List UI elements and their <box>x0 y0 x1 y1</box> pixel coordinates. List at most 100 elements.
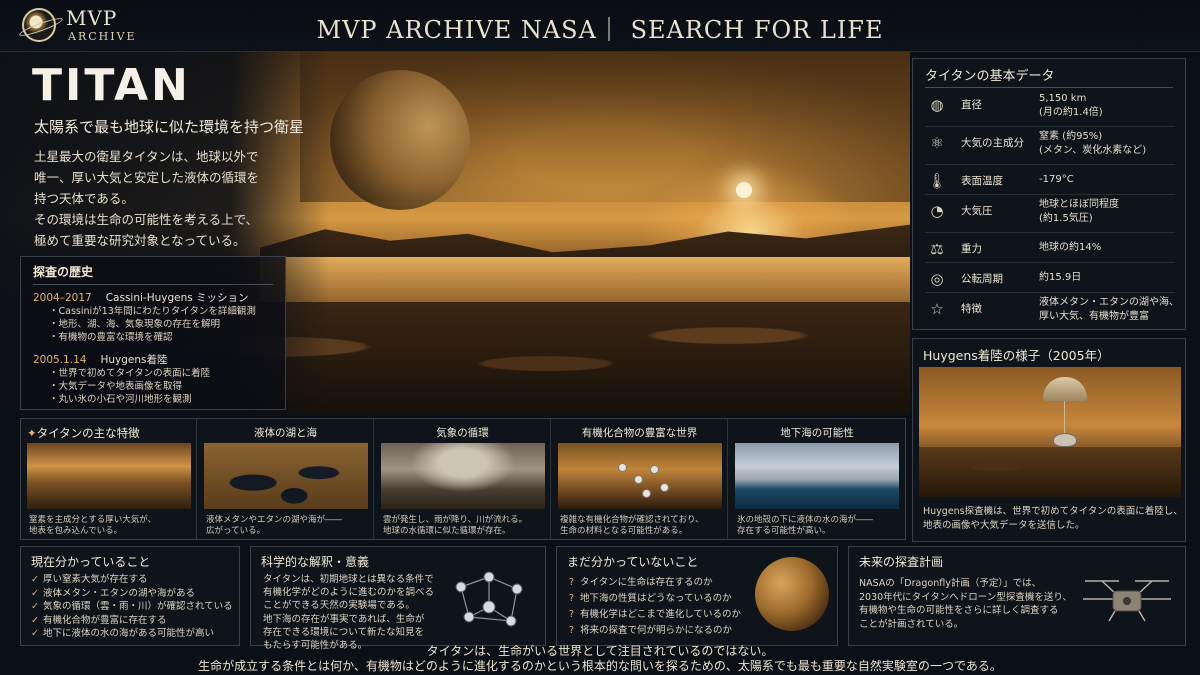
known-item-text: 有機化合物が豊富に存在する <box>42 614 167 626</box>
feature-title: 液体の湖と海 <box>254 427 317 439</box>
subsurface-ocean-image <box>735 443 899 509</box>
caption-line: Huygens探査機は、世界で初めてタイタンの表面に着陸し、 <box>923 506 1183 517</box>
future-line: 有機物や生命の可能性をさらに詳しく調査する <box>859 605 1059 616</box>
known-item-text: 気象の循環（雲・雨・川）が確認されている <box>42 601 233 612</box>
caption-line: 雲が発生し、雨が降り、川が流れる。 <box>383 515 528 525</box>
feature-card-subsurface-ocean[interactable]: 地下海の可能性 氷の地殻の下に液体の水の海が―― 存在する可能性が高い。 <box>729 419 905 539</box>
feature-caption: 複雑な有機化合物が確認されており、 生命の材料となる可能性がある。 <box>560 515 704 537</box>
history-entry-head: 2005.1.14 Huygens着陸 <box>33 352 273 367</box>
organics-image <box>558 443 722 509</box>
data-value-line: 厚い大気、有機物が豊富 <box>1039 311 1149 322</box>
data-value-line: 窒素 (約95%) <box>1039 131 1103 142</box>
feature-caption: 窒素を主成分とする厚い大気が、 地表を包み込んでいる。 <box>29 515 156 537</box>
data-label: 特徴 <box>961 303 982 315</box>
intro-line: 極めて重要な研究対象となっている。 <box>34 233 246 248</box>
known-item: ✓ 気象の循環（雲・雨・川）が確認されている <box>31 600 233 614</box>
orbit-icon: ◎ <box>930 270 944 288</box>
feature-caption: 雲が発生し、雨が降り、川が流れる。 地球の水循環に似た循環が存在。 <box>383 515 527 537</box>
caption-line: 存在する可能性が高い。 <box>737 526 831 536</box>
history-item: ・世界で初めてタイタンの表面に着陸 <box>49 368 211 379</box>
science-line: 地下海の存在が事実であれば、生命が <box>263 613 425 625</box>
feature-card-atmosphere[interactable]: ✦タイタンの主な特徴 窒素を主成分とする厚い大気が、 地表を包み込んでいる。 <box>21 419 197 539</box>
history-item: ・丸い氷の小石や河川地形を観測 <box>49 394 192 405</box>
feature-title: 有機化合物の豊富な世界 <box>581 427 698 439</box>
caption-line: 地球の水循環に似た循環が存在。 <box>383 526 511 536</box>
unknown-item: ? 地下海の性質はどうなっているのか <box>569 591 741 607</box>
data-row: ◎ 公転周期 約15.9日 <box>925 263 1175 293</box>
intro-line: 唯一、厚い大気と安定した液体の循環を <box>34 170 260 185</box>
data-row: ◔ 大気圧 地球とほぼ同程度 (約1.5気圧) <box>925 195 1175 233</box>
page-title: MVP ARCHIVE NASA｜ SEARCH FOR LIFE <box>316 16 884 44</box>
unknown-item: ? 将来の探査で何が明らかになるのか <box>569 623 741 639</box>
molecule-atom <box>642 489 651 498</box>
feature-card-organics[interactable]: 有機化合物の豊富な世界 複雑な有機化合物が確認されており、 生命の材料となる可能… <box>552 419 728 539</box>
known-item-text: 厚い窒素大気が存在する <box>42 574 148 585</box>
feature-card-lakes[interactable]: 液体の湖と海 液体メタンやエタンの湖や海が―― 広がっている。 <box>198 419 374 539</box>
huygens-caption: Huygens探査機は、世界で初めてタイタンの表面に着陸し、 地表の画像や大気デ… <box>923 505 1183 533</box>
caption-line: 窒素を主成分とする厚い大気が、 <box>29 515 157 525</box>
caption-line: 液体メタンやエタンの湖や海が―― <box>206 515 343 525</box>
data-value: -179°C <box>1039 173 1074 187</box>
data-value: 窒素 (約95%) (メタン、炭化水素など) <box>1039 130 1146 158</box>
history-date: 2005.1.14 <box>33 354 87 366</box>
feature-title: 地下海の可能性 <box>780 427 854 439</box>
data-value-line: (月の約1.4倍) <box>1039 107 1103 118</box>
globe-icon: ◍ <box>930 96 944 114</box>
molecule-atom <box>634 475 643 484</box>
history-item: ・Cassiniが13年間にわたりタイタンを詳細観測 <box>49 306 256 317</box>
future-missions-panel: 未来の探査計画 NASAの「Dragonfly計画（予定）」では、 2030年代… <box>848 546 1186 646</box>
known-list: ✓ 厚い窒素大気が存在する ✓ 液体メタン・エタンの湖や海がある ✓ 気象の循環（雲・雨・… <box>31 573 233 641</box>
feature-title: 気象の循環 <box>436 427 489 439</box>
known-item: ✓ 液体メタン・エタンの湖や海がある <box>31 587 233 601</box>
future-line: 2030年代にタイタンへドローン型探査機を送り、 <box>859 591 1072 603</box>
sparkle-icon: ✦ <box>27 426 37 440</box>
footer-line: 生命が成立する条件とは何か、有機物はどのように進化するのかという根本的な問いを探… <box>198 659 1002 673</box>
question-icon: ? <box>569 593 575 604</box>
caption-line: 複雑な有機化合物が確認されており、 <box>560 515 704 525</box>
hero-tagline: 太陽系で最も地球に似た環境を持つ衛星 <box>34 118 305 136</box>
data-label: 大気の主成分 <box>961 137 1024 149</box>
dragonfly-drone-icon <box>1083 580 1171 622</box>
footer-line: タイタンは、生命がいる世界として注目されているのではない。 <box>426 644 774 658</box>
data-row: ⚛ 大気の主成分 窒素 (約95%) (メタン、炭化水素など) <box>925 127 1175 165</box>
data-row: ◍ 直径 5,150 km (月の約1.4倍) <box>925 89 1175 127</box>
data-value: 地球とほぼ同程度 (約1.5気圧) <box>1039 198 1119 226</box>
hero-title: TITAN <box>32 60 191 111</box>
unknown-item-text: 地下海の性質はどうなっているのか <box>580 593 732 604</box>
data-value: 5,150 km (月の約1.4倍) <box>1039 92 1103 120</box>
unknown-list: ? タイタンに生命は存在するのか? 地下海の性質はどうなっているのか? 有機化学はどこ… <box>569 575 741 639</box>
parachute-line <box>1064 401 1065 435</box>
basic-data-panel: タイタンの基本データ ◍ 直径 5,150 km (月の約1.4倍) ⚛ 大気の主成分 窒素… <box>912 58 1186 330</box>
checkmark-icon: ✓ <box>31 574 39 585</box>
titan-globe-icon <box>755 557 829 631</box>
science-line: 有機化学がどのように進むのかを調べる <box>263 587 435 599</box>
known-item-text: 液体メタン・エタンの湖や海がある <box>42 587 195 599</box>
known-item-text: 地下に液体の水の海がある可能性が高い <box>42 628 214 639</box>
checkmark-icon: ✓ <box>31 628 39 639</box>
exploration-history-panel: 探査の歴史 2004–2017 Cassini-Huygens ミッション ・Ca… <box>20 256 286 410</box>
history-title: 探査の歴史 <box>33 265 94 279</box>
data-label: 公転周期 <box>961 273 1003 285</box>
molecule-atom <box>660 483 669 492</box>
question-icon: ? <box>569 625 575 636</box>
future-line: ことが計画されている。 <box>859 618 964 630</box>
science-title: 科学的な解釈・意義 <box>261 555 370 569</box>
gauge-icon: ◔ <box>930 202 944 220</box>
titan-ground <box>919 447 1181 497</box>
future-line: NASAの「Dragonfly計画（予定）」では、 <box>859 578 1042 589</box>
data-value-line: -179°C <box>1039 174 1074 185</box>
sun <box>736 182 752 198</box>
future-title: 未来の探査計画 <box>859 555 944 569</box>
unknowns-panel: まだ分かっていないこと ? タイタンに生命は存在するのか? 地下海の性質はどうなって… <box>556 546 838 646</box>
science-line: ことができる天然の実験場である。 <box>263 600 415 612</box>
history-mission: Huygens着陸 <box>100 354 168 366</box>
caption-line: 生命の材料となる可能性がある。 <box>560 526 688 536</box>
known-item: ✓ 地下に液体の水の海がある可能性が高い <box>31 627 233 641</box>
feature-card-weather[interactable]: 気象の循環 雲が発生し、雨が降り、川が流れる。 地球の水循環に似た循環が存在。 <box>375 419 551 539</box>
star-icon: ☆ <box>930 300 944 318</box>
divider <box>33 284 273 285</box>
question-icon: ? <box>569 577 575 588</box>
data-row: ⚖ 重力 地球の約14% <box>925 233 1175 263</box>
molecule-structure-icon <box>455 571 523 627</box>
data-label: 重力 <box>961 243 982 255</box>
